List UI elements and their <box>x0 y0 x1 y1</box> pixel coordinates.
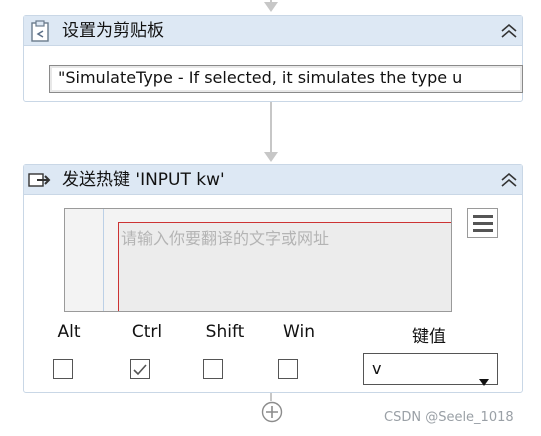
alt-checkbox[interactable] <box>53 359 73 379</box>
hamburger-menu-icon <box>473 215 493 232</box>
watermark-text: CSDN @Seele_1018 <box>384 410 514 425</box>
checkmark-icon <box>133 362 147 376</box>
key-label: 键值 <box>412 327 446 347</box>
connector-bottom-line <box>270 393 272 401</box>
preview-divider <box>103 209 104 311</box>
win-label: Win <box>283 322 315 342</box>
connector-middle-line <box>270 102 272 154</box>
chevron-double-up-icon[interactable] <box>499 21 519 41</box>
caret-down-icon <box>479 366 489 386</box>
activity-title: 发送热键 'INPUT kw' <box>62 170 225 190</box>
key-value-selected: v <box>372 359 382 378</box>
ctrl-label: Ctrl <box>131 322 163 342</box>
connector-top-arrow <box>264 2 278 12</box>
ctrl-checkbox[interactable] <box>130 359 150 379</box>
win-checkbox[interactable] <box>278 359 298 379</box>
key-value-select[interactable]: v <box>363 353 498 386</box>
activity-title: 设置为剪贴板 <box>62 21 164 41</box>
send-hotkey-icon <box>28 171 52 189</box>
connector-middle-arrow <box>264 152 278 162</box>
target-element-preview[interactable]: 请输入你要翻译的文字或网址 <box>64 208 452 312</box>
chevron-double-up-icon[interactable] <box>499 170 519 190</box>
options-menu-button[interactable] <box>467 208 498 238</box>
activity-header[interactable]: 发送热键 'INPUT kw' <box>24 165 522 195</box>
shift-checkbox[interactable] <box>203 359 223 379</box>
activity-set-clipboard[interactable]: 设置为剪贴板 "SimulateType - If selected, it s… <box>23 15 523 102</box>
clipboard-icon <box>30 20 50 42</box>
shift-label: Shift <box>205 322 245 342</box>
clipboard-text-field[interactable]: "SimulateType - If selected, it simulate… <box>49 65 523 93</box>
alt-label: Alt <box>57 322 81 342</box>
preview-placeholder-text: 请输入你要翻译的文字或网址 <box>121 229 330 248</box>
add-activity-icon[interactable] <box>261 401 283 423</box>
activity-header[interactable]: 设置为剪贴板 <box>24 16 522 46</box>
activity-send-hotkey[interactable]: 发送热键 'INPUT kw' 请输入你要翻译的文字或网址 Alt Ctrl S… <box>23 164 523 393</box>
preview-input-box: 请输入你要翻译的文字或网址 <box>118 222 451 311</box>
clipboard-text-value: "SimulateType - If selected, it simulate… <box>58 68 463 87</box>
